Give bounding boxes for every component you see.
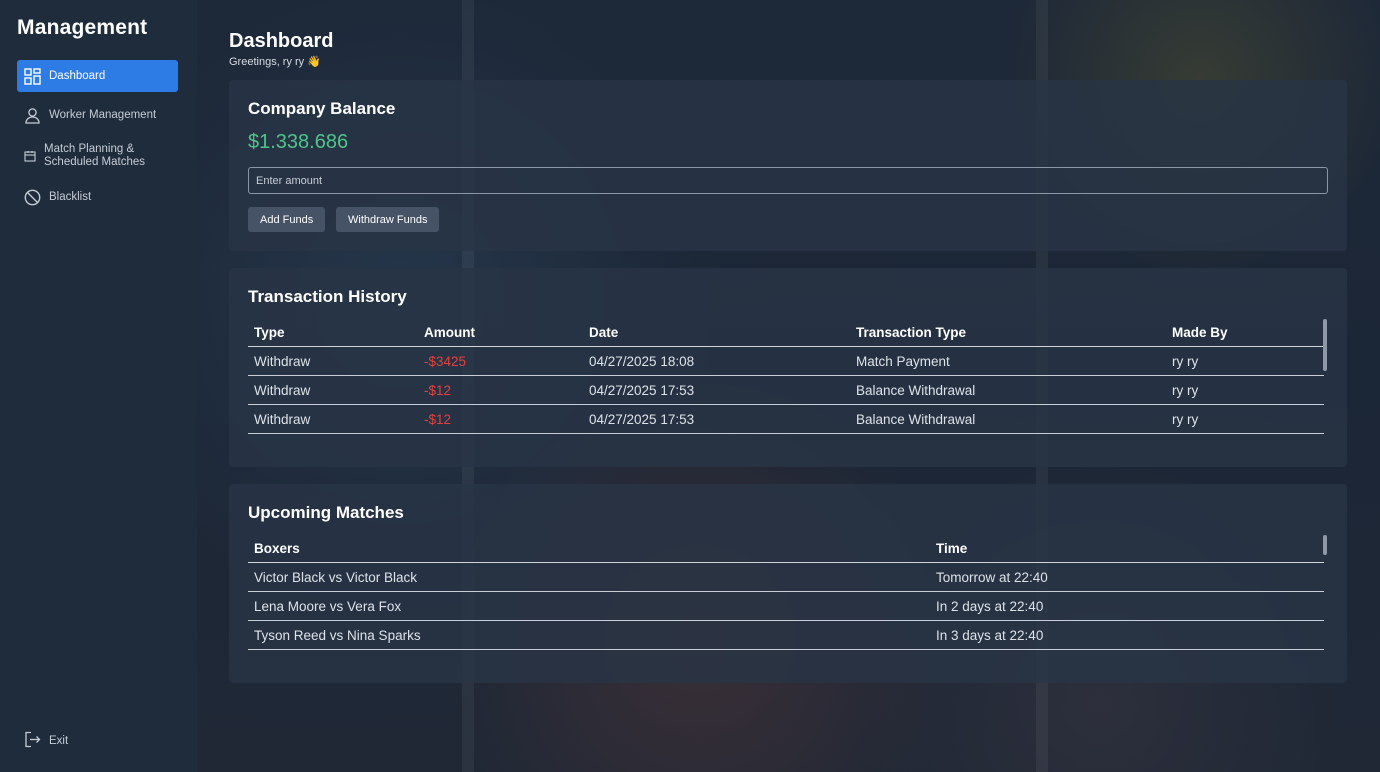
transaction-type-cell: Balance Withdrawal xyxy=(850,404,1166,434)
table-row: Lena Moore vs Vera Fox In 2 days at 22:4… xyxy=(248,591,1324,621)
table-row-partial xyxy=(248,650,1324,673)
company-balance-title: Company Balance xyxy=(248,99,396,118)
partial-cell xyxy=(248,434,418,457)
amount-cell: -$3425 xyxy=(418,346,583,376)
company-balance-card: Company Balance $1.338.686 Add Funds Wit… xyxy=(229,80,1347,251)
exit-button[interactable]: Exit xyxy=(24,731,68,751)
matches-table-scroll[interactable]: Boxers Time Victor Black vs Victor Black… xyxy=(248,534,1324,672)
column-header: Boxers xyxy=(248,534,930,563)
type-cell: Withdraw xyxy=(248,404,418,434)
transaction-table: Type Amount Date Transaction Type Made B… xyxy=(248,318,1324,456)
transaction-history-card: Transaction History Type Amount Date Tra… xyxy=(229,268,1347,467)
table-row-partial xyxy=(248,434,1324,457)
add-funds-button[interactable]: Add Funds xyxy=(248,207,326,232)
table-row: Withdraw -$12 04/27/2025 17:53 Balance W… xyxy=(248,404,1324,434)
brand-title: Management xyxy=(17,16,148,39)
table-row: Withdraw -$3425 04/27/2025 18:08 Match P… xyxy=(248,346,1324,376)
transaction-history-title: Transaction History xyxy=(248,287,407,306)
time-cell: In 2 days at 22:40 xyxy=(930,591,1324,621)
made-by-cell: ry ry xyxy=(1166,375,1324,405)
time-cell: Tomorrow at 22:40 xyxy=(930,562,1324,592)
logout-icon xyxy=(24,731,41,751)
partial-cell xyxy=(850,434,1166,457)
sidebar: Management Dashboard Worker Management M… xyxy=(0,0,197,772)
withdraw-funds-button[interactable]: Withdraw Funds xyxy=(336,207,440,232)
transaction-type-cell: Balance Withdrawal xyxy=(850,375,1166,405)
amount-cell: -$12 xyxy=(418,375,583,405)
transaction-type-cell: Match Payment xyxy=(850,346,1166,376)
upcoming-matches-title: Upcoming Matches xyxy=(248,503,404,522)
partial-cell xyxy=(1166,434,1324,457)
boxers-cell: Lena Moore vs Vera Fox xyxy=(248,591,930,621)
sidebar-item-label: Worker Management xyxy=(49,108,157,121)
sidebar-item-label: Match Planning & Scheduled Matches xyxy=(44,143,146,168)
transaction-table-scroll[interactable]: Type Amount Date Transaction Type Made B… xyxy=(248,318,1324,456)
upcoming-matches-card: Upcoming Matches Boxers Time Victor Blac… xyxy=(229,484,1347,683)
table-header-row: Type Amount Date Transaction Type Made B… xyxy=(248,318,1324,347)
dashboard-grid-icon xyxy=(24,67,41,85)
partial-cell xyxy=(418,434,583,457)
date-cell: 04/27/2025 17:53 xyxy=(583,404,850,434)
partial-cell xyxy=(583,434,850,457)
column-header: Made By xyxy=(1166,318,1324,347)
matches-scrollbar[interactable] xyxy=(1323,535,1327,555)
greeting-text: Greetings, ry ry 👋 xyxy=(229,56,321,68)
amount-cell: -$12 xyxy=(418,404,583,434)
made-by-cell: ry ry xyxy=(1166,346,1324,376)
type-cell: Withdraw xyxy=(248,346,418,376)
table-row: Withdraw -$12 04/27/2025 17:53 Balance W… xyxy=(248,375,1324,405)
time-cell: In 3 days at 22:40 xyxy=(930,620,1324,650)
column-header: Transaction Type xyxy=(850,318,1166,347)
sidebar-item-label: Dashboard xyxy=(49,69,106,82)
sidebar-item-label: Blacklist xyxy=(49,190,92,203)
column-header: Date xyxy=(583,318,850,347)
date-cell: 04/27/2025 17:53 xyxy=(583,375,850,405)
partial-cell xyxy=(248,650,930,673)
type-cell: Withdraw xyxy=(248,375,418,405)
matches-table: Boxers Time Victor Black vs Victor Black… xyxy=(248,534,1324,672)
balance-amount: $1.338.686 xyxy=(248,131,349,153)
exit-label: Exit xyxy=(49,735,69,747)
transaction-scrollbar[interactable] xyxy=(1323,319,1327,371)
block-icon xyxy=(24,189,41,206)
sidebar-item-worker-management[interactable]: Worker Management xyxy=(17,104,178,126)
boxers-cell: Tyson Reed vs Nina Sparks xyxy=(248,620,930,650)
table-header-row: Boxers Time xyxy=(248,534,1324,563)
column-header: Time xyxy=(930,534,1324,563)
sidebar-item-blacklist[interactable]: Blacklist xyxy=(17,186,178,208)
partial-cell xyxy=(930,650,1324,673)
calendar-icon xyxy=(24,150,36,162)
made-by-cell: ry ry xyxy=(1166,404,1324,434)
date-cell: 04/27/2025 18:08 xyxy=(583,346,850,376)
sidebar-item-match-planning[interactable]: Match Planning & Scheduled Matches xyxy=(17,142,178,170)
amount-input[interactable] xyxy=(248,167,1328,194)
table-row: Tyson Reed vs Nina Sparks In 3 days at 2… xyxy=(248,620,1324,650)
table-row: Victor Black vs Victor Black Tomorrow at… xyxy=(248,562,1324,592)
boxers-cell: Victor Black vs Victor Black xyxy=(248,562,930,592)
page-title: Dashboard xyxy=(229,30,334,52)
sidebar-item-dashboard[interactable]: Dashboard xyxy=(17,60,178,92)
column-header: Amount xyxy=(418,318,583,347)
main-content: Dashboard Greetings, ry ry 👋 Company Bal… xyxy=(229,0,1347,772)
column-header: Type xyxy=(248,318,418,347)
user-icon xyxy=(24,107,41,124)
